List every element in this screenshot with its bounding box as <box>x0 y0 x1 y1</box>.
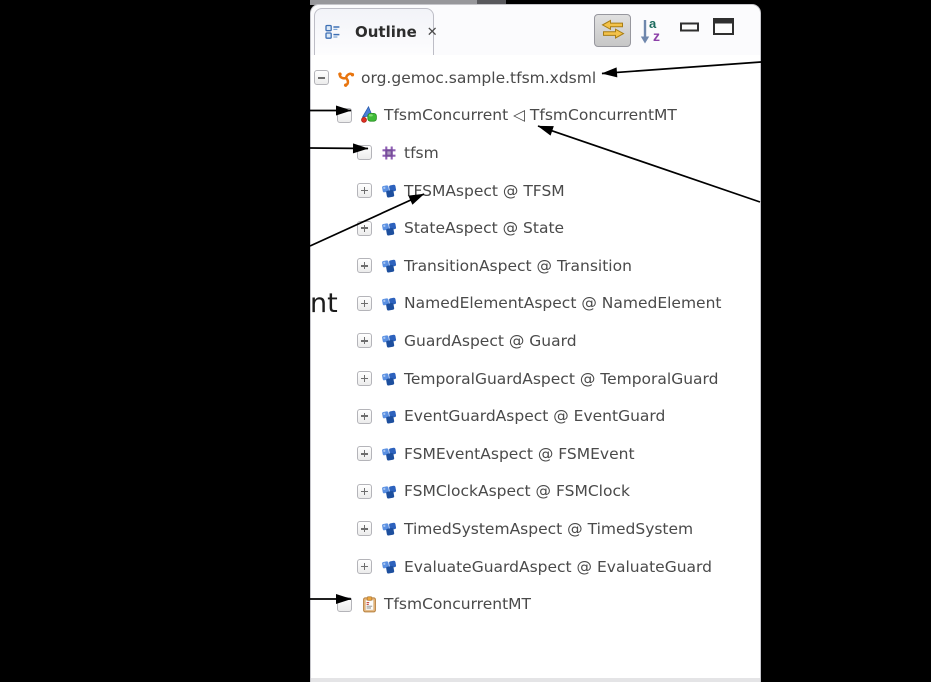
tree-expander[interactable] <box>357 409 372 424</box>
sort-button[interactable]: a z <box>638 15 666 48</box>
tree-row[interactable]: TimedSystemAspect @ TimedSystem <box>311 510 760 548</box>
outline-tree: org.gemoc.sample.tfsm.xdsml TfsmConcurre… <box>311 55 760 623</box>
tree-row-label: GuardAspect @ Guard <box>404 332 577 350</box>
aspect-icon <box>380 257 398 275</box>
tree-row[interactable]: NamedElementAspect @ NamedElement <box>311 285 760 323</box>
tree-expander[interactable] <box>357 221 372 236</box>
tree-row-label: org.gemoc.sample.tfsm.xdsml <box>361 69 596 87</box>
aspect-icon <box>380 482 398 500</box>
tree-row-label: NamedElementAspect @ NamedElement <box>404 294 722 312</box>
gemoc-xdsml-icon <box>337 69 355 87</box>
aspect-icon <box>380 219 398 237</box>
tree-row-label: tfsm <box>404 144 439 162</box>
tree-expander[interactable] <box>357 559 372 574</box>
tree-row[interactable]: EvaluateGuardAspect @ EvaluateGuard <box>311 548 760 586</box>
tree-row[interactable]: org.gemoc.sample.tfsm.xdsml <box>311 59 760 97</box>
tree-expander[interactable] <box>357 446 372 461</box>
tree-expander[interactable] <box>357 296 372 311</box>
aspect-icon <box>380 294 398 312</box>
tree-row-label: EvaluateGuardAspect @ EvaluateGuard <box>404 558 712 576</box>
tree-expander[interactable] <box>357 484 372 499</box>
tree-row[interactable]: FSMClockAspect @ FSMClock <box>311 473 760 511</box>
tree-expander[interactable] <box>314 70 329 85</box>
tree-row[interactable]: StateAspect @ State <box>311 209 760 247</box>
tree-row[interactable]: TransitionAspect @ Transition <box>311 247 760 285</box>
tree-expander[interactable] <box>357 145 372 160</box>
sort-az-icon: a z <box>638 15 666 49</box>
maximize-button[interactable] <box>712 18 736 37</box>
tree-row-label: FSMEventAspect @ FSMEvent <box>404 445 635 463</box>
tree-row[interactable]: EventGuardAspect @ EventGuard <box>311 397 760 435</box>
view-header: Outline ✕ a z <box>311 5 760 55</box>
tree-expander[interactable] <box>357 371 372 386</box>
aspect-icon <box>380 182 398 200</box>
tree-row-label: EventGuardAspect @ EventGuard <box>404 407 665 425</box>
tab-outline[interactable]: Outline ✕ <box>314 8 434 55</box>
tree-expander[interactable] <box>337 597 352 612</box>
tree-expander[interactable] <box>357 521 372 536</box>
tree-expander[interactable] <box>357 333 372 348</box>
tree-row[interactable]: TfsmConcurrent ◁ TfsmConcurrentMT <box>311 97 760 135</box>
link-with-editor-button[interactable] <box>594 14 631 47</box>
tree-expander[interactable] <box>357 258 372 273</box>
link-with-editor-icon <box>601 19 625 43</box>
package-icon <box>380 144 398 162</box>
tree-row-label: TfsmConcurrentMT <box>384 595 531 613</box>
aspect-icon <box>380 407 398 425</box>
minimize-icon <box>679 20 701 37</box>
minimize-button[interactable] <box>679 21 701 35</box>
tree-row-label: TimedSystemAspect @ TimedSystem <box>404 520 693 538</box>
maximize-icon <box>712 17 736 39</box>
panel-bottom-border <box>311 678 760 682</box>
tree-row[interactable]: FSMEventAspect @ FSMEvent <box>311 435 760 473</box>
aspect-icon <box>380 445 398 463</box>
tree-row[interactable]: GuardAspect @ Guard <box>311 322 760 360</box>
clipboard-icon <box>360 595 378 613</box>
tree-row[interactable]: TFSMAspect @ TFSM <box>311 172 760 210</box>
tree-row[interactable]: tfsm <box>311 134 760 172</box>
tree-row[interactable]: TemporalGuardAspect @ TemporalGuard <box>311 360 760 398</box>
close-icon[interactable]: ✕ <box>427 25 438 40</box>
screenshot-stage: Outline ✕ a z <box>0 0 931 682</box>
tree-row-label: FSMClockAspect @ FSMClock <box>404 482 630 500</box>
tree-row-label: TemporalGuardAspect @ TemporalGuard <box>404 370 719 388</box>
outline-view-icon <box>324 23 342 41</box>
sort-letter-z: z <box>653 28 660 44</box>
language-icon <box>360 106 378 124</box>
tree-row-label: TfsmConcurrent ◁ TfsmConcurrentMT <box>384 106 677 124</box>
outline-view-panel: Outline ✕ a z <box>310 4 761 682</box>
aspect-icon <box>380 520 398 538</box>
tree-row[interactable]: TfsmConcurrentMT <box>311 585 760 623</box>
view-title: Outline <box>355 23 417 41</box>
tree-row-label: TransitionAspect @ Transition <box>404 257 632 275</box>
tree-row-label: StateAspect @ State <box>404 219 564 237</box>
tree-expander[interactable] <box>357 183 372 198</box>
aspect-icon <box>380 558 398 576</box>
tree-expander[interactable] <box>337 108 352 123</box>
aspect-icon <box>380 370 398 388</box>
annotation-text-fragment: nt <box>310 288 338 319</box>
aspect-icon <box>380 332 398 350</box>
tree-row-label: TFSMAspect @ TFSM <box>404 182 565 200</box>
